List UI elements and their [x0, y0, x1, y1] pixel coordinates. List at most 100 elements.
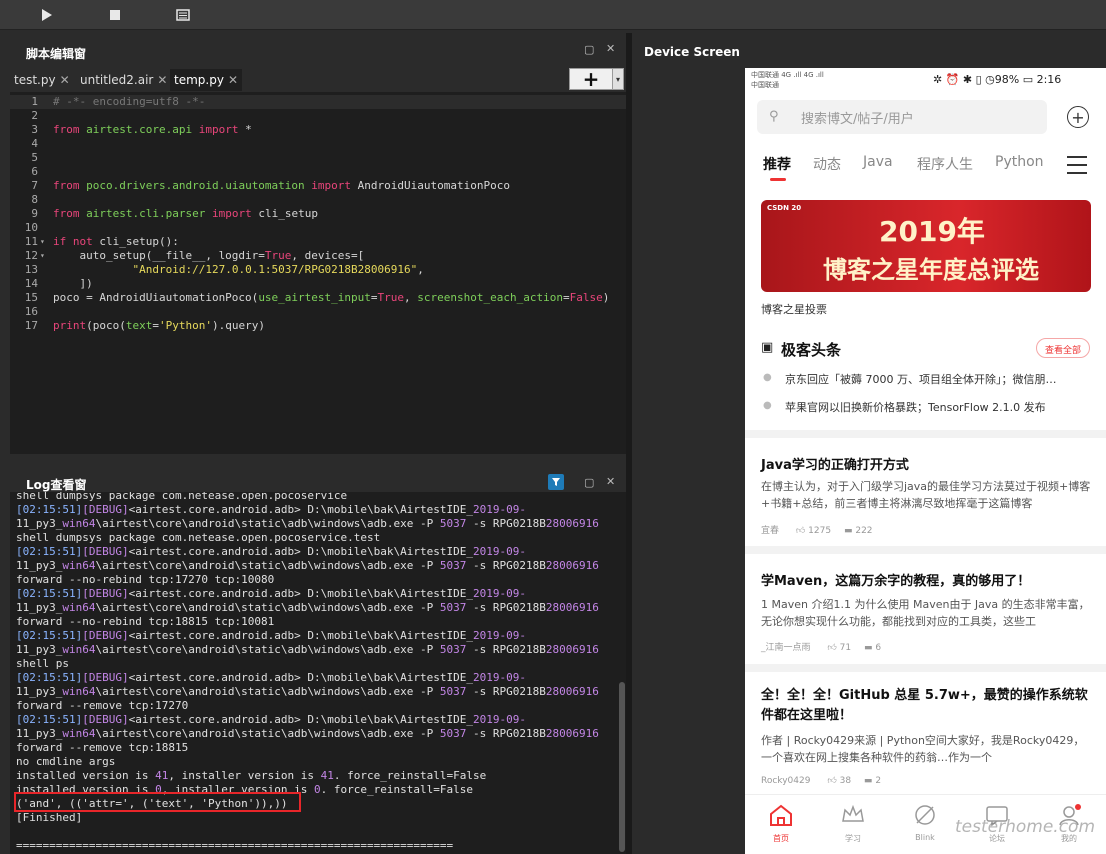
log-scrollbar[interactable] [619, 682, 625, 852]
tab-close-icon[interactable]: ✕ [60, 73, 70, 87]
tab-recommend[interactable]: 推荐 [763, 154, 791, 174]
filter-icon[interactable] [548, 474, 564, 490]
article-likes: 1275 [808, 526, 832, 536]
undock-icon[interactable]: ▢ [584, 43, 594, 56]
tab-test-py[interactable]: test.py ✕ [10, 69, 74, 91]
article-desc: 在博主认为，对于入门级学习java的最佳学习方法莫过于视频+博客+书籍+总结，前… [761, 480, 1091, 510]
banner-image[interactable]: CSDN 20 2019年 博客之星年度总评选 [761, 200, 1091, 292]
code-line[interactable]: 11 ▾ if not cli_setup(): [10, 235, 626, 249]
article-author: _江南一点雨 [761, 643, 811, 653]
line-number: 4 [31, 137, 38, 150]
article-title[interactable]: 全！全！全！GitHub 总星 5.7w+，最赞的操作系统软件都在这里啦！ [761, 686, 1091, 726]
comment-icon: ▬ [843, 526, 853, 536]
code-text: from airtest.core.api import * [53, 123, 252, 136]
log-line: forward --remove tcp:17270 [16, 699, 189, 712]
log-output[interactable]: shell dumpsys package com.netease.open.p… [10, 492, 626, 854]
tab-java[interactable]: Java [863, 154, 893, 170]
code-line[interactable]: 7 from poco.drivers.android.uiautomation … [10, 179, 626, 193]
line-number: 13 [24, 263, 38, 276]
code-editor[interactable]: 1 # -*- encoding=utf8 -*- 2 3 from airtest.c… [10, 92, 626, 454]
article-comments: 222 [855, 526, 873, 536]
code-text: # -*- encoding=utf8 -*- [53, 95, 206, 108]
headlines-title: 极客头条 [781, 341, 842, 359]
article-desc: 作者 | Rocky0429来源 | Python空间大家好，我是Rocky04… [761, 734, 1085, 764]
tab-temp-py[interactable]: temp.py ✕ [170, 69, 242, 91]
report-icon[interactable] [172, 5, 194, 25]
log-line: shell dumpsys package com.netease.open.p… [16, 531, 381, 544]
new-script-button[interactable]: + [569, 67, 613, 91]
menu-icon[interactable] [1067, 156, 1087, 174]
code-line[interactable]: 8 [10, 193, 626, 207]
banner-year: 2019年 [879, 215, 985, 248]
add-icon[interactable]: + [1067, 106, 1089, 128]
line-number: 2 [31, 109, 38, 122]
tab-close-icon[interactable]: ✕ [157, 73, 167, 87]
code-line[interactable]: 16 [10, 305, 626, 319]
close-icon[interactable]: ✕ [606, 475, 615, 488]
fold-toggle-icon[interactable]: ▾ [40, 235, 45, 249]
line-number: 17 [24, 319, 38, 332]
code-line[interactable]: 6 [10, 165, 626, 179]
search-input[interactable]: ⚲ 搜索博文/帖子/用户 [757, 100, 1047, 134]
tab-dynamic[interactable]: 动态 [813, 154, 841, 174]
log-line: [Finished] [16, 811, 83, 824]
device-screen[interactable]: 中国联通 4G .ıll 4G .ıll 中国联通 ✲ ⏰ ✱ ▯ ◷98% ▭… [745, 68, 1106, 854]
code-text: from airtest.cli.parser import cli_setup [53, 207, 318, 220]
code-line[interactable]: 12 ▾ auto_setup(__file__, logdir=True, de… [10, 249, 626, 263]
line-number: 7 [31, 179, 38, 192]
watermark: testerhome.com [955, 817, 1096, 837]
undock-icon[interactable]: ▢ [584, 476, 594, 489]
log-line: [02:15:51][DEBUG]<airtest.core.android.a… [16, 545, 526, 558]
code-line[interactable]: 3 from airtest.core.api import * [10, 123, 626, 137]
article-likes: 71 [839, 643, 852, 653]
section-divider [745, 430, 1106, 438]
article-desc: 1 Maven 介绍1.1 为什么使用 Maven由于 Java 的生态非常丰富… [761, 598, 1090, 628]
fold-toggle-icon[interactable]: ▾ [40, 249, 45, 263]
tab-untitled2-air[interactable]: untitled2.air ✕ [76, 69, 171, 91]
comment-icon: ▬ [864, 643, 873, 653]
tab-life[interactable]: 程序人生 [917, 154, 973, 174]
code-line[interactable]: 10 [10, 221, 626, 235]
stop-icon[interactable] [104, 5, 126, 25]
code-line[interactable]: 2 [10, 109, 626, 123]
nav-label: 首页 [773, 834, 789, 843]
line-number: 8 [31, 193, 38, 206]
article-title[interactable]: Java学习的正确打开方式 [761, 454, 909, 473]
code-text: if not cli_setup(): [53, 235, 179, 248]
code-line[interactable]: 14 ]) [10, 277, 626, 291]
article-author: 宜春 [761, 526, 780, 536]
code-line[interactable]: 13 "Android://127.0.0.1:5037/RPG0218B280… [10, 263, 626, 277]
article-likes: 38 [839, 776, 852, 786]
code-text: from poco.drivers.android.uiautomation i… [53, 179, 510, 192]
log-line: forward --remove tcp:18815 [16, 741, 189, 754]
article-title[interactable]: 学Maven，这篇万余字的教程，真的够用了！ [761, 570, 1030, 589]
chevron-down-icon[interactable]: ▾ [612, 68, 624, 90]
headline-item[interactable]: 苹果官网以旧换新价格暴跌；TensorFlow 2.1.0 发布 [785, 399, 1046, 415]
thumb-up-icon: 👍︎ [827, 776, 837, 786]
log-line: shell ps [16, 657, 69, 670]
code-text: poco = AndroidUiautomationPoco(use_airte… [53, 291, 610, 304]
nav-blink[interactable]: Blink [895, 803, 955, 842]
code-line[interactable]: 4 [10, 137, 626, 151]
top-toolbar [0, 0, 1106, 30]
tab-close-icon[interactable]: ✕ [228, 73, 238, 87]
nav-learn[interactable]: 学习 [823, 803, 883, 844]
code-line[interactable]: 1 # -*- encoding=utf8 -*- [10, 95, 626, 109]
search-placeholder: 搜索博文/帖子/用户 [801, 112, 914, 127]
status-right: ✲ ⏰ ✱ ▯ ◷98% ▭ 2:16 [933, 73, 1062, 86]
tab-python[interactable]: Python [995, 154, 1044, 170]
close-icon[interactable]: ✕ [606, 42, 615, 55]
nav-label: Blink [915, 833, 935, 842]
headlines-more-button[interactable]: 查看全部 [1036, 338, 1090, 358]
tab-label: temp.py [174, 73, 224, 87]
code-text: "Android://127.0.0.1:5037/RPG0218B280069… [132, 263, 424, 276]
play-icon[interactable] [36, 5, 58, 25]
code-line[interactable]: 5 [10, 151, 626, 165]
code-line[interactable]: 15 poco = AndroidUiautomationPoco(use_air… [10, 291, 626, 305]
article-meta: _江南一点雨 👍︎ 71 ▬ 6 [761, 640, 881, 653]
code-line[interactable]: 9 from airtest.cli.parser import cli_setu… [10, 207, 626, 221]
code-line[interactable]: 17 print(poco(text='Python').query) [10, 319, 626, 333]
play-circle-icon: ● [763, 400, 772, 411]
nav-home[interactable]: 首页 [751, 803, 811, 844]
headline-item[interactable]: 京东回应「被薅 7000 万、项目组全体开除」；微信朋… [785, 371, 1057, 387]
